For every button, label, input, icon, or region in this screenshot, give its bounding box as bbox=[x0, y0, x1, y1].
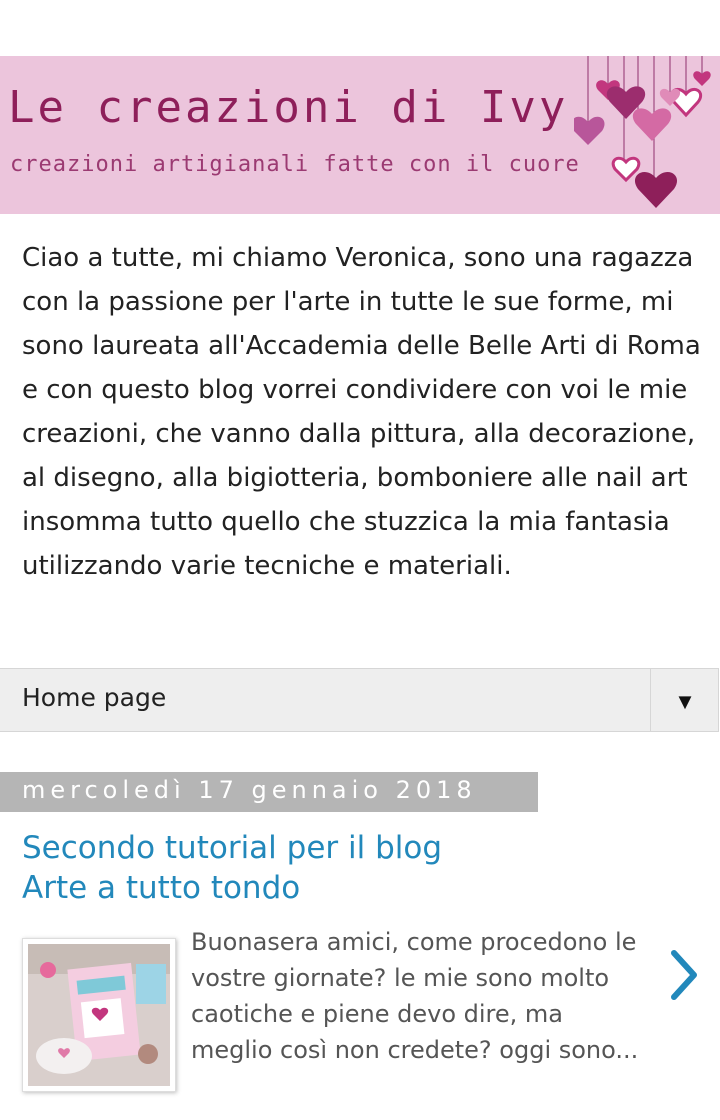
page-navigation-select[interactable]: Home page ▼ bbox=[0, 668, 719, 732]
post-thumbnail[interactable] bbox=[22, 938, 176, 1092]
chevron-right-icon[interactable] bbox=[664, 945, 704, 1005]
hanging-hearts-icon bbox=[574, 56, 711, 208]
blog-subtitle: creazioni artigianali fatte con il cuore bbox=[10, 152, 580, 177]
post-title-line1[interactable]: Secondo tutorial per il blog bbox=[22, 828, 702, 868]
intro-description: Ciao a tutte, mi chiamo Veronica, sono u… bbox=[22, 243, 701, 581]
nav-divider bbox=[650, 669, 651, 731]
blog-title[interactable]: Le creazioni di Ivy bbox=[8, 86, 568, 130]
post-date: mercoledì 17 gennaio 2018 bbox=[22, 776, 477, 804]
triangle-down-icon[interactable]: ▼ bbox=[668, 689, 702, 715]
post-snippet: Buonasera amici, come procedono le vostr… bbox=[191, 928, 639, 1064]
post-date-header: mercoledì 17 gennaio 2018 bbox=[0, 772, 538, 812]
thumbnail-image bbox=[28, 944, 170, 1086]
post-title-link[interactable]: Secondo tutorial per il blog Arte a tutt… bbox=[22, 828, 702, 908]
post-title-line2[interactable]: Arte a tutto tondo bbox=[22, 868, 702, 908]
nav-selected-label: Home page bbox=[22, 683, 167, 712]
